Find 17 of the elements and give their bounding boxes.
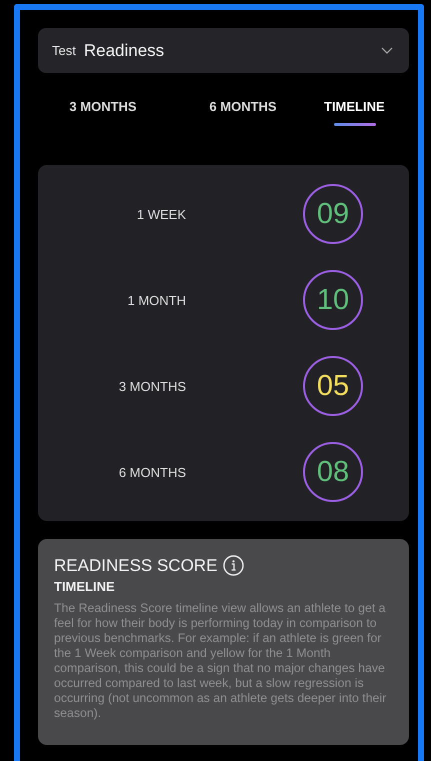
info-icon[interactable] [223,555,244,576]
info-text: The Readiness Score timeline view allows an athlete to get a feel for how their body is performing today in comparison to previous benchmarks. For example: if an athlete is green for the 1 Week comparison and yellow for the 1 Month comparison, this could be a sign that no major changes have occurred compared to last week, but a slow regression is occurring (not uncommon as an athlete gets deeper into their season). [54,601,388,721]
tab[interactable]: TIMELINE [324,99,385,114]
score-circle: 09 [303,184,363,244]
period-label: 1 MONTH [126,292,186,308]
tab[interactable]: 6 MONTHS [209,99,277,114]
info-subtitle: TIMELINE [54,579,116,594]
score-circle: 10 [303,270,363,330]
score-circle: 08 [303,442,363,502]
test-dropdown[interactable]: Test Readiness [38,28,409,73]
period-label: 3 MONTHS [118,378,186,394]
period-label: 6 MONTHS [118,464,186,480]
score-circle: 05 [303,356,363,416]
tab[interactable]: 3 MONTHS [69,99,137,114]
period-label: 1 WEEK [136,206,186,222]
info-title: READINESS SCORE [54,556,218,576]
chevron-down-icon [381,47,393,54]
